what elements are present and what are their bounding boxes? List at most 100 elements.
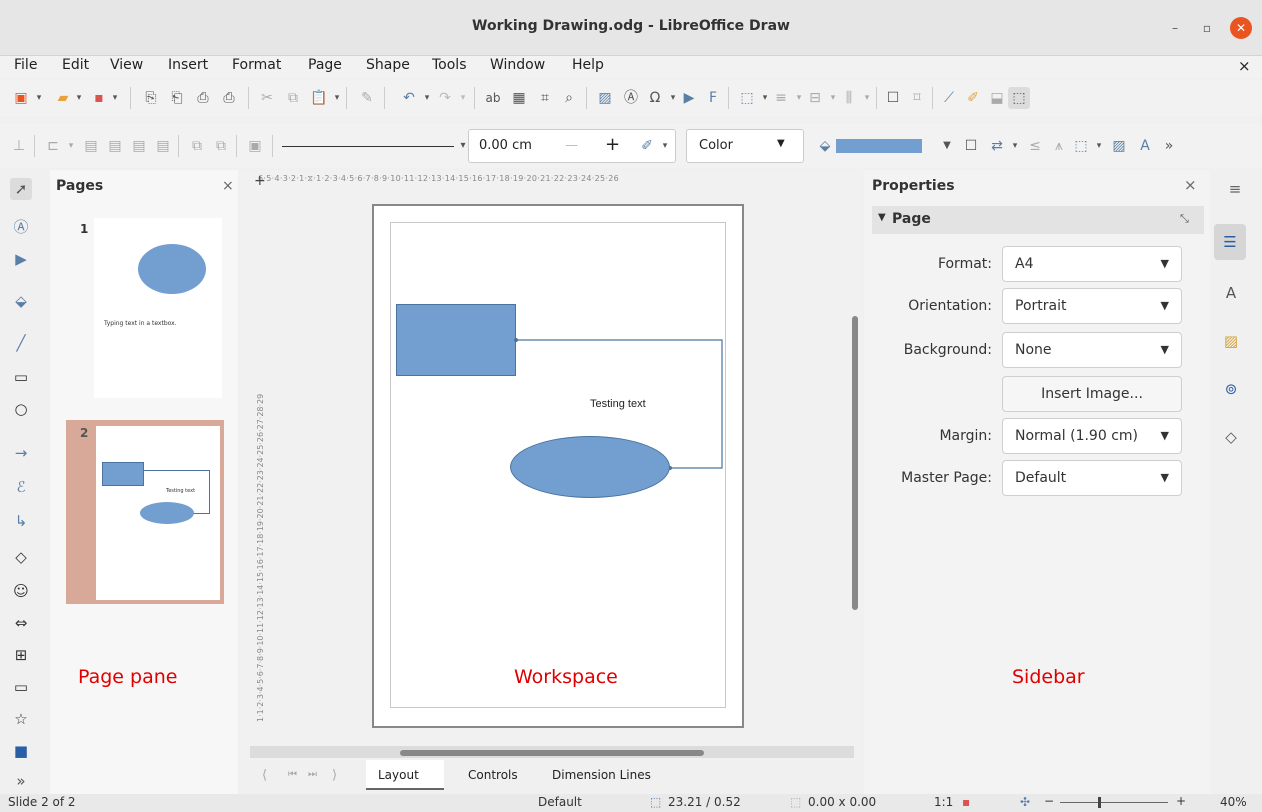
margin-dropdown[interactable]: Normal (1.90 cm) ▼	[1002, 418, 1182, 454]
menu-help[interactable]: Help	[572, 57, 604, 73]
tab-dimension-lines[interactable]: Dimension Lines	[552, 768, 651, 782]
export-pdf-icon[interactable]: ⎗	[168, 89, 186, 107]
line-icon[interactable]: ╱	[10, 332, 32, 354]
increment-button[interactable]: +	[605, 134, 620, 155]
fill-color-icon[interactable]: ⬙	[816, 137, 834, 155]
arrange-icon[interactable]: ⊟	[806, 89, 824, 107]
send-back-icon[interactable]: ▤	[154, 137, 172, 155]
line-width-value[interactable]: 0.00 cm	[479, 138, 532, 153]
orientation-dropdown[interactable]: Portrait ▼	[1002, 288, 1182, 324]
zoom-in-button[interactable]: +	[1176, 794, 1186, 808]
align-left-icon[interactable]: ⊏	[44, 137, 62, 155]
redo-icon[interactable]: ↷	[436, 89, 454, 107]
paste-icon[interactable]: 📋	[310, 89, 328, 107]
behind-object-icon[interactable]: ⧉	[212, 137, 230, 155]
export-icon[interactable]: ⎘	[142, 89, 160, 107]
close-document-button[interactable]: ×	[1238, 57, 1251, 75]
menu-file[interactable]: File	[14, 57, 37, 73]
background-dropdown[interactable]: None ▼	[1002, 332, 1182, 368]
dropdown-arrow-icon[interactable]: ▾	[62, 137, 80, 155]
fill-color-icon[interactable]: ⬙	[10, 290, 32, 312]
forward-one-icon[interactable]: ▤	[106, 137, 124, 155]
align-objects-icon[interactable]: ≤	[1026, 137, 1044, 155]
pages-close-button[interactable]: ×	[222, 178, 234, 194]
fill-color-swatch[interactable]	[836, 139, 922, 153]
vertical-scrollbar[interactable]	[852, 316, 858, 610]
horizontal-ruler[interactable]: 6·5·4·3·2·1·⧖·1·2·3·4·5·6·7·8·9·10·11·12…	[258, 174, 846, 188]
spelling-icon[interactable]: ab	[484, 89, 502, 107]
format-dropdown[interactable]: A4 ▼	[1002, 246, 1182, 282]
master-page-dropdown[interactable]: Default ▼	[1002, 460, 1182, 496]
connector-icon[interactable]: ⇄	[988, 137, 1006, 155]
cut-icon[interactable]: ✂	[258, 89, 276, 107]
shapes-deck-icon[interactable]: ◇	[1220, 426, 1242, 448]
line-color-icon[interactable]: ✐	[638, 137, 656, 155]
dropdown-arrow-icon[interactable]: ▾	[106, 89, 124, 107]
print-preview-icon[interactable]: ⎙	[220, 89, 238, 107]
distribute-objects-icon[interactable]: ⩚	[1050, 137, 1068, 155]
tab-layout[interactable]: Layout	[378, 768, 419, 782]
stars-icon[interactable]: ☆	[10, 708, 32, 730]
horizontal-scrollbar[interactable]	[400, 750, 704, 756]
dropdown-arrow-icon[interactable]: ▾	[418, 89, 436, 107]
hamburger-menu-icon[interactable]: ≡	[1224, 178, 1246, 200]
character-icon[interactable]: A	[1136, 137, 1154, 155]
helplines-icon[interactable]: ⌗	[536, 89, 554, 107]
clone-formatting-icon[interactable]: ✎	[358, 89, 376, 107]
lines-arrows-icon[interactable]: →	[10, 442, 32, 464]
crop-icon[interactable]: ⌑	[908, 89, 926, 107]
image-icon[interactable]: ▨	[596, 89, 614, 107]
prev-tab-icon[interactable]: ⏮	[288, 769, 297, 780]
ellipse-icon[interactable]: ○	[10, 398, 32, 420]
menu-tools[interactable]: Tools	[432, 57, 467, 73]
special-character-icon[interactable]: Ω	[646, 89, 664, 107]
menu-shape[interactable]: Shape	[366, 57, 410, 73]
fontwork-gallery-icon[interactable]: F	[704, 89, 722, 107]
symbol-shapes-icon[interactable]: ☺	[10, 580, 32, 602]
curves-icon[interactable]: ℰ	[10, 476, 32, 498]
block-arrows-icon[interactable]: ⇔	[10, 612, 32, 634]
shadow-toggle-icon[interactable]: ☐	[962, 137, 980, 155]
text-box-icon[interactable]: Ⓐ	[622, 89, 640, 107]
dropdown-arrow-icon[interactable]: ▼	[938, 137, 956, 155]
dropdown-arrow-icon[interactable]: ▾	[1090, 137, 1108, 155]
toggle-extrusion-icon[interactable]: ⬓	[988, 89, 1006, 107]
canvas-text-box[interactable]: Testing text	[590, 398, 646, 410]
last-tab-icon[interactable]: ⟩	[332, 768, 337, 783]
flowchart-icon[interactable]: ⊞	[10, 644, 32, 666]
distribute-icon[interactable]: ⫼	[840, 89, 858, 107]
close-window-button[interactable]: ✕	[1230, 17, 1252, 39]
line-style-preview[interactable]	[282, 146, 454, 147]
dropdown-arrow-icon[interactable]: ▾	[1006, 137, 1024, 155]
document-modified-icon[interactable]: ▪	[962, 795, 970, 809]
menu-format[interactable]: Format	[232, 57, 281, 73]
in-front-of-object-icon[interactable]: ⧉	[188, 137, 206, 155]
dropdown-arrow-icon[interactable]: ▾	[454, 89, 472, 107]
glue-points-icon[interactable]: ✐	[964, 89, 982, 107]
minimize-button[interactable]: –	[1164, 17, 1186, 39]
dropdown-arrow-icon[interactable]: ▾	[70, 89, 88, 107]
back-one-icon[interactable]: ▤	[130, 137, 148, 155]
zoom-icon[interactable]: ⌕	[560, 89, 578, 107]
menu-view[interactable]: View	[110, 57, 143, 73]
vertical-ruler[interactable]: 1·1·2·3·4·5·6·7·8·9·10·11·12·13·14·15·16…	[256, 192, 270, 722]
reverse-icon[interactable]: ▣	[246, 137, 264, 155]
properties-deck-icon[interactable]: ☰	[1214, 224, 1246, 260]
align-icon[interactable]: ≡	[772, 89, 790, 107]
select-icon[interactable]: ➚	[10, 178, 32, 200]
grid-icon[interactable]: ▦	[510, 89, 528, 107]
menu-window[interactable]: Window	[490, 57, 545, 73]
line-ends-icon[interactable]: ⊥	[10, 137, 28, 155]
print-icon[interactable]: ⎙	[194, 89, 212, 107]
drawing-page[interactable]: Testing text	[372, 204, 744, 728]
sidebar-close-button[interactable]: ×	[1184, 176, 1197, 194]
page-thumbnail-1[interactable]: Typing text in a textbox.	[94, 218, 222, 398]
tab-controls[interactable]: Controls	[468, 768, 518, 782]
fontwork-icon[interactable]: ▶	[10, 248, 32, 270]
copy-icon[interactable]: ⧉	[284, 89, 302, 107]
decrement-button[interactable]: —	[565, 138, 578, 153]
menu-page[interactable]: Page	[308, 57, 342, 73]
more-tools-icon[interactable]: »	[10, 770, 32, 792]
dropdown-arrow-icon[interactable]: ▾	[656, 137, 674, 155]
points-icon[interactable]: ⟋	[940, 89, 958, 107]
